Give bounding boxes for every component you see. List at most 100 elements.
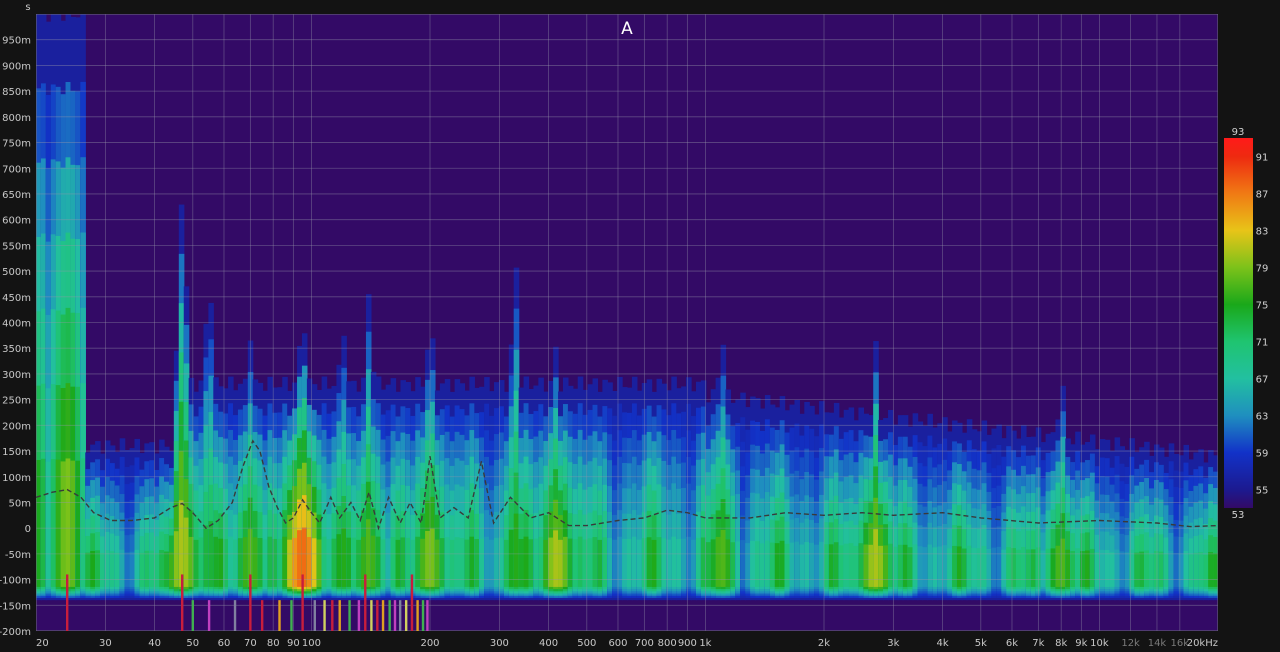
- heat-cell: [553, 530, 559, 587]
- x-tick-label: 20: [36, 638, 49, 649]
- heat-cell: [203, 525, 209, 587]
- heat-cell: [36, 460, 42, 587]
- heat-cell: [769, 542, 776, 587]
- heat-cell: [1109, 552, 1116, 587]
- heat-cell: [50, 459, 57, 587]
- heat-cell: [720, 529, 727, 587]
- impulse-marker: [338, 600, 341, 631]
- impulse-marker: [416, 600, 419, 631]
- heat-cell: [1085, 550, 1091, 587]
- y-tick-label: 950m: [2, 36, 31, 47]
- heat-cell: [1124, 552, 1130, 587]
- heat-cell: [927, 544, 933, 587]
- heat-cell: [1144, 550, 1150, 587]
- impulse-marker: [191, 600, 194, 631]
- impulse-marker: [331, 600, 334, 631]
- heat-cell: [75, 460, 81, 587]
- heat-cell: [853, 545, 860, 587]
- y-tick-label: -50m: [5, 550, 31, 561]
- impulse-marker: [301, 574, 304, 631]
- y-tick-label: 50m: [9, 498, 31, 509]
- heat-cell: [809, 542, 815, 587]
- y-tick-label: 400m: [2, 319, 31, 330]
- heat-cell: [336, 534, 342, 587]
- y-tick-label: 850m: [2, 87, 31, 98]
- heat-cell: [1119, 551, 1126, 587]
- x-tick-label: 80: [267, 638, 280, 649]
- heat-cell: [750, 540, 756, 587]
- x-tick-label: 70: [244, 638, 257, 649]
- heat-cell: [1055, 545, 1061, 587]
- heat-cell: [1070, 550, 1076, 587]
- x-tick-label: 300: [490, 638, 509, 649]
- heat-cell: [755, 541, 761, 587]
- impulse-marker: [426, 600, 429, 631]
- heat-cell: [873, 529, 879, 587]
- heat-cell: [1089, 548, 1096, 587]
- colorbar-tick-label: 53: [1232, 510, 1245, 521]
- heat-cell: [917, 546, 924, 587]
- heat-cell: [932, 547, 938, 587]
- heat-cell: [95, 550, 101, 587]
- colorbar-tick-label: 79: [1256, 264, 1269, 275]
- x-tick-labels: 20 30 40 50 60 70 80 90 100 200 300 400 500 600 700 800…: [36, 638, 1218, 649]
- heat-cell: [129, 551, 136, 587]
- heat-cell: [341, 528, 347, 587]
- heat-cell: [759, 543, 766, 587]
- y-tick-label: -100m: [0, 576, 31, 587]
- x-tick-label: 100: [302, 638, 321, 649]
- heat-cell: [922, 547, 929, 587]
- chart-title: A: [621, 19, 633, 39]
- heat-cell: [1045, 548, 1052, 587]
- impulse-marker: [393, 600, 397, 631]
- y-tick-label: 600m: [2, 216, 31, 227]
- heat-cell: [789, 542, 796, 587]
- colorbar-tick-label: 59: [1256, 449, 1269, 460]
- heat-cell: [779, 540, 786, 587]
- impulse-marker: [290, 600, 293, 631]
- x-tick-label: 3k: [887, 638, 899, 649]
- y-tick-label: -150m: [0, 601, 31, 612]
- heat-cell: [843, 543, 850, 587]
- heat-cell: [996, 546, 1002, 587]
- heat-cell: [838, 545, 845, 587]
- impulse-marker: [404, 600, 408, 631]
- heat-cell: [878, 545, 884, 587]
- heat-cell: [508, 529, 515, 587]
- x-tick-label: 8k: [1055, 638, 1067, 649]
- x-tick-label: 2k: [818, 638, 830, 649]
- y-tick-label: 500m: [2, 267, 31, 278]
- x-tick-label: 10k: [1090, 638, 1109, 649]
- heat-cell: [981, 545, 988, 587]
- heat-cell: [952, 545, 958, 587]
- heat-cell: [134, 549, 141, 587]
- heat-cell: [173, 531, 180, 587]
- heat-cell: [1168, 550, 1175, 587]
- heat-cell: [139, 552, 145, 587]
- heat-cell: [119, 549, 126, 587]
- y-tick-label: 250m: [2, 396, 31, 407]
- heat-cell: [55, 459, 62, 587]
- heat-cell: [986, 548, 993, 587]
- y-tick-label: -200m: [0, 627, 31, 638]
- heat-cell: [144, 550, 150, 587]
- colorbar-tick-label: 63: [1256, 412, 1269, 423]
- heat-cell: [1188, 554, 1194, 587]
- heat-cell: [154, 552, 160, 587]
- heat-cell: [956, 546, 963, 587]
- impulse-marker: [376, 600, 379, 631]
- colorbar-tick-label: 93: [1232, 127, 1245, 138]
- heat-cell: [40, 458, 47, 587]
- heat-cell: [1025, 549, 1032, 587]
- x-tick-label: 200: [420, 638, 439, 649]
- x-tick-label: 400: [539, 638, 558, 649]
- heat-cell: [897, 544, 904, 587]
- heat-cell: [1030, 549, 1037, 587]
- colorbar-tick-label: 55: [1256, 486, 1269, 497]
- heat-cell: [774, 543, 781, 587]
- heat-cell: [848, 543, 855, 587]
- x-tick-label: 700: [635, 638, 654, 649]
- x-tick-label: 50: [186, 638, 199, 649]
- y-tick-label: 350m: [2, 344, 31, 355]
- heat-cell: [883, 545, 889, 587]
